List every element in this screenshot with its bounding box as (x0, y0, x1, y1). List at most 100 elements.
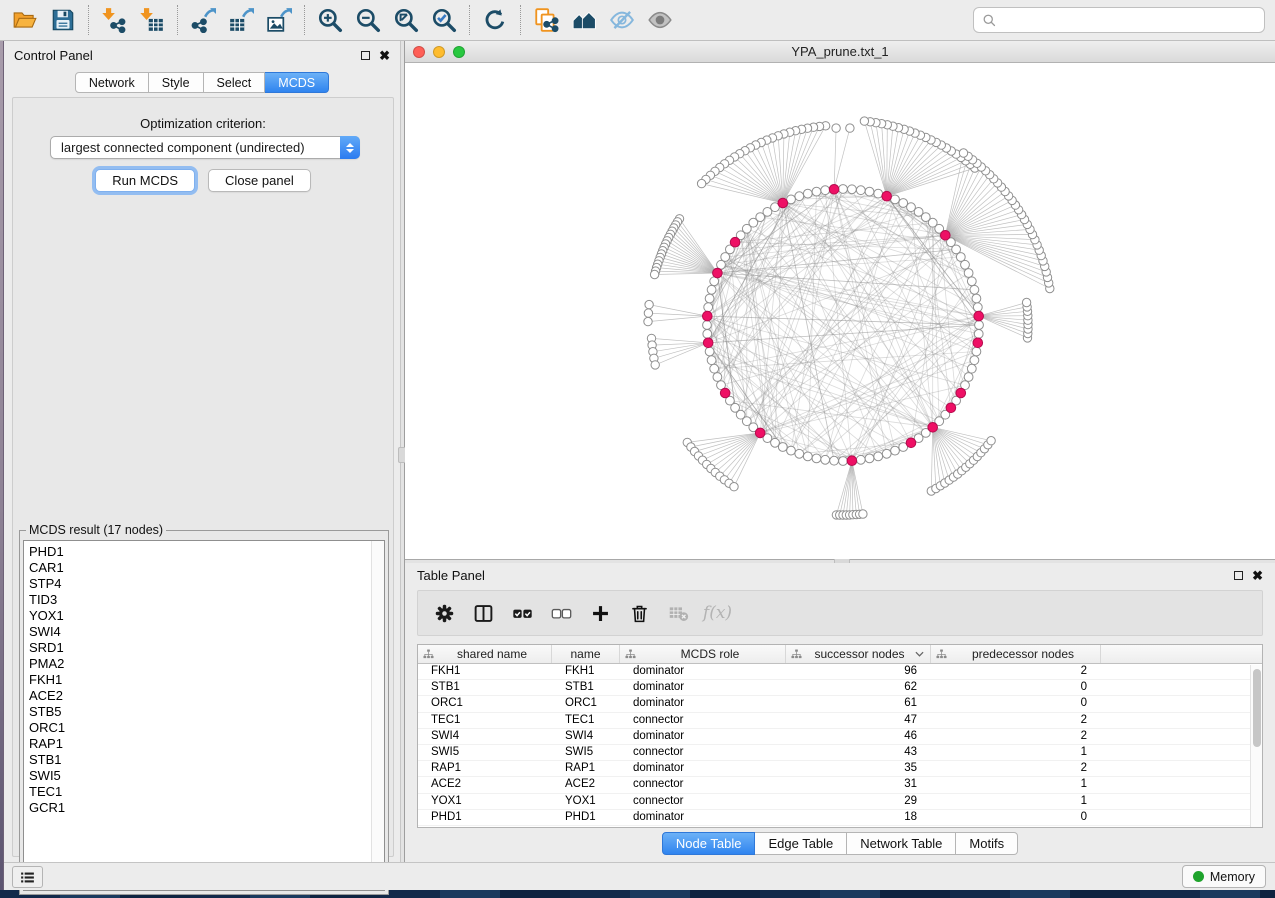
column-header-shared-name[interactable]: shared name (418, 645, 552, 663)
mcds-result-node[interactable]: STB1 (29, 752, 384, 768)
table-cell[interactable]: dominator (620, 729, 786, 744)
result-list-scrollbar[interactable] (371, 541, 384, 890)
close-panel-icon[interactable]: ✖ (379, 49, 390, 62)
mcds-result-node[interactable]: STB5 (29, 704, 384, 720)
memory-button[interactable]: Memory (1182, 865, 1266, 888)
zoom-selected-button[interactable] (425, 2, 463, 38)
table-settings-button[interactable] (432, 601, 457, 626)
export-image-button[interactable] (260, 2, 298, 38)
column-header-predecessor-nodes[interactable]: predecessor nodes (931, 645, 1101, 663)
table-cell[interactable]: 0 (931, 810, 1101, 825)
close-panel-button[interactable]: Close panel (208, 169, 311, 192)
tab-network[interactable]: Network (75, 72, 149, 93)
table-row[interactable]: PHD1PHD1dominator180 (418, 810, 1262, 826)
float-panel-icon[interactable] (361, 51, 370, 60)
table-cell[interactable]: connector (620, 713, 786, 728)
table-cell[interactable]: ORC1 (418, 696, 552, 711)
mcds-result-node[interactable]: FKH1 (29, 672, 384, 688)
column-header-name[interactable]: name (552, 645, 620, 663)
table-cell[interactable]: RAP1 (552, 761, 620, 776)
table-cell[interactable]: 1 (931, 745, 1101, 760)
float-table-panel-icon[interactable] (1234, 571, 1243, 580)
table-cell[interactable]: 43 (786, 745, 931, 760)
mcds-result-node[interactable]: PMA2 (29, 656, 384, 672)
table-row[interactable]: STB1STB1dominator620 (418, 680, 1262, 696)
table-row[interactable]: YOX1YOX1connector291 (418, 794, 1262, 810)
zoom-fit-button[interactable] (387, 2, 425, 38)
table-cell[interactable]: FKH1 (418, 664, 552, 679)
search-box[interactable] (973, 7, 1265, 33)
table-cell[interactable]: 61 (786, 696, 931, 711)
table-cell[interactable]: 47 (786, 713, 931, 728)
table-row[interactable]: ORC1ORC1dominator610 (418, 696, 1262, 712)
table-cell[interactable]: PHD1 (418, 810, 552, 825)
hide-selected-button[interactable] (603, 2, 641, 38)
table-cell[interactable]: STB1 (552, 680, 620, 695)
table-cell[interactable]: 2 (931, 664, 1101, 679)
tab-motifs[interactable]: Motifs (956, 832, 1018, 855)
table-cell[interactable]: 1 (931, 777, 1101, 792)
mcds-result-node[interactable]: YOX1 (29, 608, 384, 624)
tab-node-table[interactable]: Node Table (662, 832, 756, 855)
tab-select[interactable]: Select (204, 72, 266, 93)
table-cell[interactable]: 96 (786, 664, 931, 679)
table-cell[interactable]: STB1 (418, 680, 552, 695)
select-all-columns-button[interactable] (510, 601, 535, 626)
open-button[interactable] (6, 2, 44, 38)
table-cell[interactable]: YOX1 (552, 794, 620, 809)
table-row[interactable]: FKH1FKH1dominator962 (418, 664, 1262, 680)
tab-edge-table[interactable]: Edge Table (755, 832, 847, 855)
create-column-button[interactable] (588, 601, 613, 626)
table-cell[interactable]: dominator (620, 810, 786, 825)
table-cell[interactable]: 2 (931, 713, 1101, 728)
mcds-result-node[interactable]: RAP1 (29, 736, 384, 752)
table-cell[interactable]: 35 (786, 761, 931, 776)
show-panels-button[interactable] (12, 866, 43, 888)
table-cell[interactable]: connector (620, 745, 786, 760)
export-network-button[interactable] (184, 2, 222, 38)
column-header-successor-nodes[interactable]: successor nodes (786, 645, 931, 663)
close-table-panel-icon[interactable]: ✖ (1252, 569, 1263, 582)
delete-column-button[interactable] (627, 601, 652, 626)
table-cell[interactable]: 0 (931, 680, 1101, 695)
table-cell[interactable]: ORC1 (552, 696, 620, 711)
table-cell[interactable]: connector (620, 794, 786, 809)
table-cell[interactable]: dominator (620, 680, 786, 695)
criterion-dropdown[interactable]: largest connected component (undirected) (50, 136, 360, 159)
table-cell[interactable]: dominator (620, 696, 786, 711)
table-cell[interactable]: SWI4 (418, 729, 552, 744)
mcds-result-node[interactable]: CAR1 (29, 560, 384, 576)
zoom-out-button[interactable] (349, 2, 387, 38)
mcds-result-node[interactable]: SRD1 (29, 640, 384, 656)
run-mcds-button[interactable]: Run MCDS (95, 169, 195, 192)
tab-network-table[interactable]: Network Table (847, 832, 956, 855)
apply-layout-button[interactable] (476, 2, 514, 38)
table-cell[interactable]: 0 (931, 696, 1101, 711)
mcds-result-node[interactable]: TID3 (29, 592, 384, 608)
table-cell[interactable]: SWI5 (552, 745, 620, 760)
tab-mcds[interactable]: MCDS (265, 72, 329, 93)
export-table-button[interactable] (222, 2, 260, 38)
table-row[interactable]: SWI4SWI4dominator462 (418, 729, 1262, 745)
save-session-button[interactable] (44, 2, 82, 38)
search-input[interactable] (1003, 13, 1256, 28)
import-network-button[interactable] (95, 2, 133, 38)
table-cell[interactable]: ACE2 (552, 777, 620, 792)
table-cell[interactable]: dominator (620, 761, 786, 776)
table-row[interactable]: RAP1RAP1dominator352 (418, 761, 1262, 777)
table-cell[interactable]: FKH1 (552, 664, 620, 679)
network-graph[interactable] (405, 63, 1275, 558)
mcds-result-list[interactable]: PHD1CAR1STP4TID3YOX1SWI4SRD1PMA2FKH1ACE2… (23, 540, 385, 891)
table-cell[interactable]: RAP1 (418, 761, 552, 776)
table-row[interactable]: SWI5SWI5connector431 (418, 745, 1262, 761)
tab-style[interactable]: Style (149, 72, 204, 93)
mcds-result-node[interactable]: STP4 (29, 576, 384, 592)
mcds-result-node[interactable]: GCR1 (29, 800, 384, 816)
table-cell[interactable]: TEC1 (552, 713, 620, 728)
copy-network-button[interactable] (527, 2, 565, 38)
table-cell[interactable]: TEC1 (418, 713, 552, 728)
zoom-in-button[interactable] (311, 2, 349, 38)
table-cell[interactable]: 46 (786, 729, 931, 744)
mcds-result-node[interactable]: TEC1 (29, 784, 384, 800)
network-canvas[interactable] (405, 63, 1275, 558)
